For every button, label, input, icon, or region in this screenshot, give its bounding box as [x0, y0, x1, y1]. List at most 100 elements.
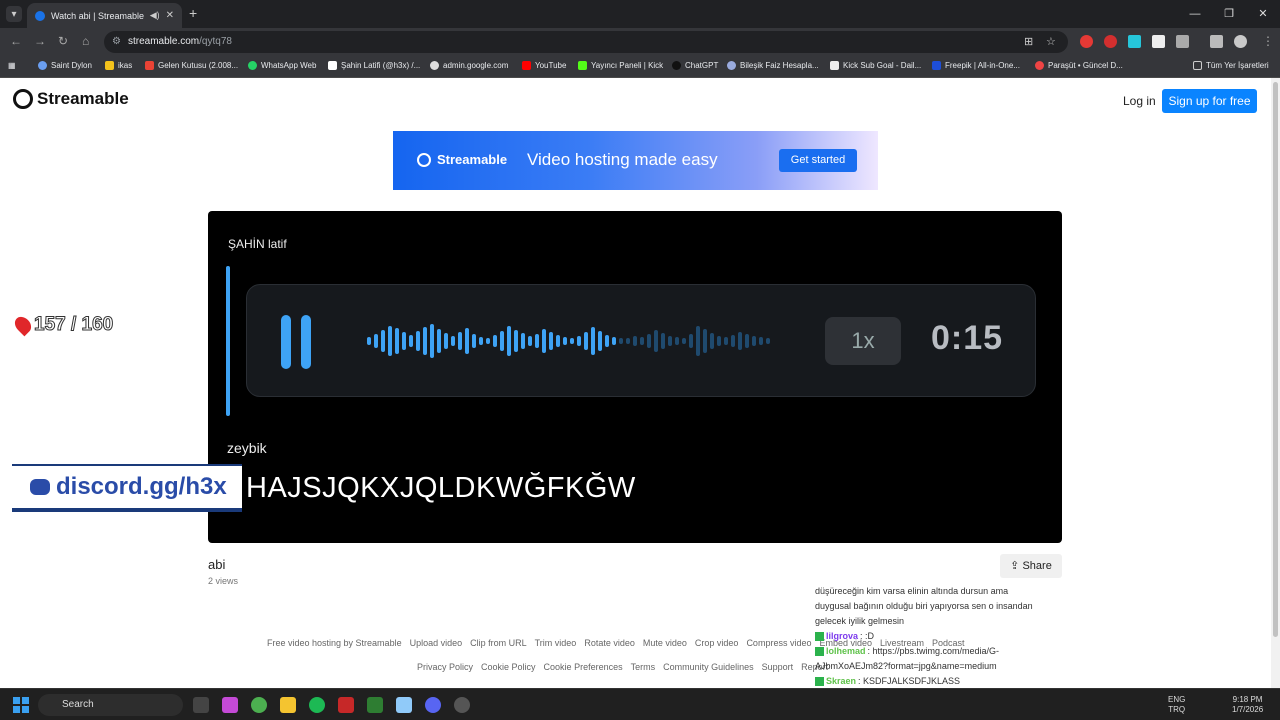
chrome-icon[interactable]	[251, 697, 267, 713]
footer-link[interactable]: Terms	[631, 662, 656, 672]
language-indicator[interactable]: ENG TRQ	[1168, 695, 1185, 715]
translate-icon[interactable]: ⊞	[1024, 31, 1033, 53]
windows-start-icon[interactable]	[13, 697, 29, 713]
footer-link[interactable]: Trim video	[535, 638, 577, 648]
extension-icon[interactable]	[1104, 35, 1117, 48]
waveform-bar	[542, 329, 546, 353]
footer-link[interactable]: Cookie Policy	[481, 662, 536, 672]
extension-icon[interactable]	[1080, 35, 1093, 48]
waveform-bar	[612, 337, 616, 345]
waveform-bar	[423, 327, 427, 355]
all-bookmarks-folder[interactable]: Tüm Yer İşaretleri	[1193, 61, 1269, 70]
ad-banner[interactable]: Streamable Video hosting made easy Get s…	[393, 131, 878, 190]
app-icon[interactable]	[454, 697, 470, 713]
reload-icon[interactable]: ↻	[58, 34, 68, 48]
streamable-logo-icon	[417, 152, 431, 167]
login-link[interactable]: Log in	[1123, 94, 1156, 108]
video-player[interactable]: ŞAHİN latif 1x 0:15 zeybik HAJSJQKXJQLDK…	[208, 211, 1062, 543]
footer-link[interactable]: Support	[762, 662, 794, 672]
bookmark-item[interactable]: Gelen Kutusu (2.008...	[145, 61, 238, 70]
bookmark-item[interactable]: ikas	[105, 61, 132, 70]
bookmark-item[interactable]: WhatsApp Web	[248, 61, 316, 70]
address-bar[interactable]: ⚙ streamable.com/qytq78 ⊞ ☆	[104, 31, 1068, 53]
bookmark-item[interactable]: ChatGPT	[672, 61, 718, 70]
footer-link[interactable]: Upload video	[410, 638, 463, 648]
bookmark-item[interactable]: Bileşik Faiz Hesapla...	[727, 61, 819, 70]
home-icon[interactable]: ⌂	[82, 34, 89, 48]
windows-taskbar: Search ENG TRQ 9:18 PM 1/7/2026	[0, 688, 1280, 720]
bookmark-item[interactable]: Freepik | All-in-One...	[932, 61, 1020, 70]
view-count: 2 views	[208, 576, 239, 586]
forward-icon[interactable]: →	[34, 34, 46, 48]
tab-close-icon[interactable]: ✕	[166, 10, 174, 21]
waveform-bar	[668, 336, 672, 346]
close-window-button[interactable]: ✕	[1246, 0, 1280, 28]
waveform-bar	[465, 328, 469, 354]
new-tab-button[interactable]: +	[189, 5, 197, 21]
app-icon[interactable]	[338, 697, 354, 713]
waveform-bar	[738, 332, 742, 350]
menu-icon[interactable]: ⋮	[1262, 34, 1274, 48]
voice-message-player: 1x 0:15	[246, 284, 1036, 397]
file-explorer-icon[interactable]	[280, 697, 296, 713]
audio-playing-icon[interactable]: ◀)	[150, 10, 160, 21]
waveform	[367, 313, 777, 369]
discord-overlay: discord.gg/h3x	[12, 464, 242, 510]
extension-icon[interactable]	[1152, 35, 1165, 48]
browser-tab[interactable]: Watch abi | Streamable ◀) ✕	[27, 3, 182, 28]
streamable-page: Streamable Log in Sign up for free Strea…	[0, 78, 1280, 688]
footer-link[interactable]: Clip from URL	[470, 638, 527, 648]
chat-text: gelecek iyilik gelmesin	[815, 616, 905, 626]
app-icon[interactable]	[396, 697, 412, 713]
footer-link[interactable]: Cookie Preferences	[544, 662, 623, 672]
spotify-icon[interactable]	[309, 697, 325, 713]
extension-icon[interactable]	[1128, 35, 1141, 48]
waveform-bar	[766, 338, 770, 344]
profile-avatar[interactable]	[1234, 35, 1247, 48]
browser-tab-strip: ▾ Watch abi | Streamable ◀) ✕ + — ❐ ✕	[0, 0, 1280, 28]
bookmark-item[interactable]: YouTube	[522, 61, 566, 70]
kick-badge-icon	[815, 632, 824, 641]
task-view-icon[interactable]	[193, 697, 209, 713]
tab-list-button[interactable]: ▾	[6, 6, 22, 22]
bookmark-item[interactable]: Şahin Latifi (@h3x) /...	[328, 61, 420, 70]
maximize-button[interactable]: ❐	[1212, 0, 1246, 28]
apps-grid-icon[interactable]: ▦	[8, 61, 16, 70]
footer-link[interactable]: Compress video	[746, 638, 811, 648]
footer-link[interactable]: Crop video	[695, 638, 739, 648]
bookmark-star-icon[interactable]: ☆	[1046, 31, 1056, 53]
page-scrollbar[interactable]	[1271, 78, 1280, 688]
footer-link[interactable]: Mute video	[643, 638, 687, 648]
clock[interactable]: 9:18 PM 1/7/2026	[1232, 695, 1263, 715]
back-icon[interactable]: ←	[10, 34, 22, 48]
extensions-puzzle-icon[interactable]	[1176, 35, 1189, 48]
waveform-bar	[444, 333, 448, 349]
bookmark-item[interactable]: Kick Sub Goal - Dail...	[830, 61, 921, 70]
get-started-button[interactable]: Get started	[779, 149, 857, 172]
signup-button[interactable]: Sign up for free	[1162, 89, 1257, 113]
footer-link[interactable]: Free video hosting by Streamable	[267, 638, 402, 648]
copilot-icon[interactable]	[222, 697, 238, 713]
footer-link[interactable]: Rotate video	[584, 638, 635, 648]
url-path: /qytq78	[199, 36, 232, 47]
bookmark-item[interactable]: Saint Dylon	[38, 61, 92, 70]
streamable-logo[interactable]: Streamable	[13, 89, 129, 109]
footer-link[interactable]: Community Guidelines	[663, 662, 754, 672]
footer-link[interactable]: Privacy Policy	[417, 662, 473, 672]
chat-text: : KSDFJALKSDFJKLASS	[858, 676, 961, 686]
app-icon[interactable]	[367, 697, 383, 713]
discord-taskbar-icon[interactable]	[425, 697, 441, 713]
waveform-bar	[395, 328, 399, 354]
chat-line: AJbmXoAEJm82?format=jpg&name=medium	[815, 659, 1075, 674]
bookmark-item[interactable]: Yayıncı Paneli | Kick	[578, 61, 663, 70]
minimize-button[interactable]: —	[1178, 0, 1212, 28]
waveform-bar	[381, 330, 385, 352]
taskbar-search[interactable]: Search	[38, 694, 183, 716]
bookmark-item[interactable]: Paraşüt • Güncel D...	[1035, 61, 1123, 70]
site-info-icon[interactable]: ⚙	[112, 31, 121, 53]
waveform-bar	[479, 337, 483, 345]
bookmark-item[interactable]: admin.google.com	[430, 61, 508, 70]
share-button[interactable]: ⇪ Share	[1000, 554, 1062, 578]
kick-badge-icon	[815, 647, 824, 656]
reading-list-icon[interactable]	[1210, 35, 1223, 48]
